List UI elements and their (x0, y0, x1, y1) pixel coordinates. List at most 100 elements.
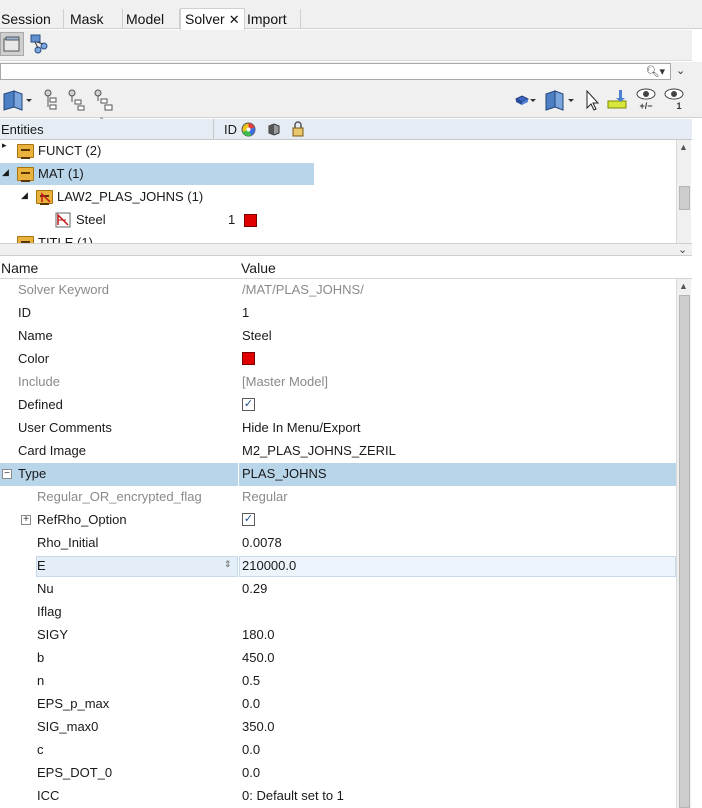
property-name: SIG_max0 (37, 719, 99, 734)
name-column-label[interactable]: Name (1, 260, 38, 276)
tree-config-button[interactable] (92, 87, 114, 113)
property-value[interactable]: 0.0078 (242, 535, 282, 550)
browser-view-button[interactable] (0, 32, 24, 56)
tree-item-label: LAW2_PLAS_JOHNS (1) (57, 189, 204, 204)
property-row[interactable]: + RefRho_Option ✓ (0, 509, 676, 532)
tree-item-steel[interactable]: Steel 1 (0, 209, 676, 231)
property-row[interactable]: b 450.0 (0, 647, 676, 670)
property-row[interactable]: Color (0, 348, 676, 371)
property-row-editing[interactable]: E ⇕ 210000.0 (0, 555, 676, 578)
tab-model[interactable]: Model (125, 9, 180, 29)
property-row[interactable]: Solver Keyword/MAT/PLAS_JOHNS/ (0, 279, 676, 302)
entity-display-button[interactable] (542, 87, 576, 113)
property-row[interactable]: Nu 0.29 (0, 578, 676, 601)
tree-collapse-icon (68, 89, 85, 111)
property-value: Regular (242, 489, 288, 504)
property-value[interactable]: 0.0 (242, 742, 260, 757)
property-value[interactable]: 0.5 (242, 673, 260, 688)
scrollbar-thumb[interactable] (679, 295, 690, 808)
expand-plus-icon[interactable]: + (21, 515, 31, 525)
property-value[interactable]: 180.0 (242, 627, 275, 642)
property-row[interactable]: Regular_OR_encrypted_flag Regular (0, 486, 676, 509)
property-value[interactable]: M2_PLAS_JOHNS_ZERIL (242, 443, 396, 458)
property-value[interactable]: 1 (242, 305, 249, 320)
dropdown-caret-icon[interactable]: ⇕ (224, 559, 232, 570)
property-value[interactable]: 350.0 (242, 719, 275, 734)
shaded-cube-icon[interactable] (266, 122, 281, 137)
property-row[interactable]: Include [Master Model] (0, 371, 676, 394)
search-icon[interactable]: 🔍︎▾ (646, 65, 666, 78)
select-cursor-button[interactable] (584, 87, 600, 113)
properties-scrollbar[interactable]: ▲ (676, 279, 691, 808)
search-input[interactable]: 🔍︎▾ (0, 63, 671, 80)
lock-icon[interactable] (291, 121, 305, 138)
property-value[interactable]: 0.0 (242, 765, 260, 780)
tab-session[interactable]: Session (0, 9, 64, 29)
collapse-arrow-icon[interactable]: ◢ (21, 190, 28, 201)
property-row[interactable]: SIGY 180.0 (0, 624, 676, 647)
property-row[interactable]: ID 1 (0, 302, 676, 325)
tree-item-law2[interactable]: ◢ LAW2_PLAS_JOHNS (1) (0, 186, 676, 208)
collapse-all-button[interactable] (66, 87, 86, 113)
color-swatch[interactable] (244, 214, 257, 227)
scroll-up-icon[interactable]: ▲ (679, 281, 688, 291)
panel-splitter[interactable]: ⌄ (0, 243, 692, 256)
display-mode-button[interactable] (514, 87, 536, 113)
cube-icon (514, 95, 536, 105)
property-value[interactable]: 0.29 (242, 581, 267, 596)
expand-all-button[interactable] (42, 87, 60, 113)
property-row[interactable]: c 0.0 (0, 739, 676, 762)
value-column-label[interactable]: Value (241, 260, 276, 276)
defined-checkbox[interactable]: ✓ (242, 398, 255, 411)
color-swatch[interactable] (242, 352, 255, 365)
property-row[interactable]: Iflag (0, 601, 676, 624)
collapse-minus-icon[interactable]: − (2, 469, 12, 479)
property-value[interactable]: Steel (242, 328, 272, 343)
property-row[interactable]: EPS_DOT_0 0.0 (0, 762, 676, 785)
id-column-label[interactable]: ID (224, 122, 237, 137)
property-value[interactable]: 210000.0 (242, 558, 296, 573)
tab-import[interactable]: Import (246, 9, 301, 29)
scroll-up-icon[interactable]: ▲ (679, 142, 688, 152)
value-input[interactable] (239, 556, 676, 577)
scrollbar-thumb[interactable] (679, 186, 690, 210)
property-value[interactable]: PLAS_JOHNS (242, 466, 327, 481)
isolate-button[interactable]: 1 (663, 87, 685, 113)
property-value[interactable]: Hide In Menu/Export (242, 420, 361, 435)
property-row[interactable]: n 0.5 (0, 670, 676, 693)
show-hide-button[interactable]: +/− (635, 87, 657, 113)
property-row[interactable]: User Comments Hide In Menu/Export (0, 417, 676, 440)
column-divider[interactable] (213, 119, 214, 140)
property-value[interactable]: 450.0 (242, 650, 275, 665)
refrho-checkbox[interactable]: ✓ (242, 513, 255, 526)
tab-mask[interactable]: Mask (69, 9, 123, 29)
tree-item-mat[interactable]: ◢ MAT (1) (0, 163, 676, 185)
property-row[interactable]: Rho_Initial 0.0078 (0, 532, 676, 555)
expand-arrow-icon[interactable]: ▸ (2, 140, 7, 151)
expand-chevron-icon[interactable]: ⌄ (676, 64, 685, 77)
property-value[interactable]: 0.0 (242, 696, 260, 711)
tree-item-title[interactable]: TITLE (1) (0, 232, 676, 243)
property-row[interactable]: EPS_p_max 0.0 (0, 693, 676, 716)
color-wheel-icon[interactable] (241, 122, 256, 137)
property-row[interactable]: Defined ✓ (0, 394, 676, 417)
entities-column-label[interactable]: Entities (1, 122, 44, 137)
property-row[interactable]: Card Image M2_PLAS_JOHNS_ZERIL (0, 440, 676, 463)
tree-scrollbar[interactable]: ▲ (676, 140, 691, 243)
property-name: Include (18, 374, 60, 389)
close-icon[interactable]: ✕ (229, 12, 240, 27)
tree-item-label: FUNCT (2) (38, 143, 102, 158)
tree-item-funct[interactable]: ▸ FUNCT (2) (0, 140, 676, 162)
property-value[interactable]: 0: Default set to 1 (242, 788, 344, 803)
entity-filter-button[interactable] (2, 87, 32, 113)
collapse-arrow-icon[interactable]: ◢ (2, 167, 9, 178)
property-row[interactable]: SIG_max0 350.0 (0, 716, 676, 739)
property-group-type[interactable]: − Type PLAS_JOHNS (0, 463, 676, 486)
chevron-down-icon[interactable]: ⌄ (678, 243, 687, 256)
property-name: EPS_DOT_0 (37, 765, 113, 780)
hierarchy-view-button[interactable] (28, 32, 52, 56)
property-row[interactable]: Name Steel (0, 325, 676, 348)
highlight-button[interactable] (606, 87, 630, 113)
property-row[interactable]: ICC 0: Default set to 1 (0, 785, 676, 808)
tab-solver[interactable]: Solver ✕ (180, 8, 245, 30)
